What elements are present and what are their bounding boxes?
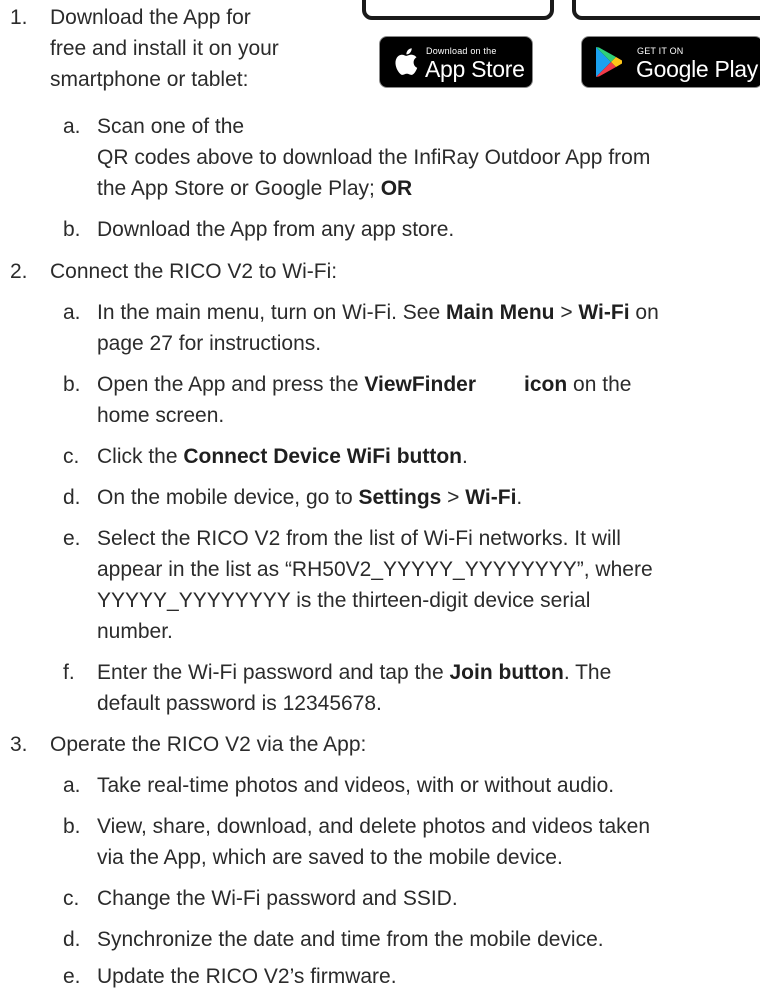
substep-letter: c. <box>63 445 80 468</box>
substep-text-line: Enter the Wi-Fi password and tap the Joi… <box>97 661 612 684</box>
step-text-line: smartphone or tablet: <box>50 68 249 91</box>
step-text-line: free and install it on your <box>50 37 279 60</box>
substep-letter: b. <box>63 373 81 396</box>
substep-text-line: via the App, which are saved to the mobi… <box>97 846 563 869</box>
step-text-line: Download the App for <box>50 6 251 29</box>
substep-letter: d. <box>63 928 81 951</box>
substep-letter: e. <box>63 965 81 988</box>
substep-letter: c. <box>63 887 80 910</box>
substep-letter: a. <box>63 774 81 797</box>
step-number: 1. <box>10 6 28 29</box>
apple-icon <box>395 48 418 75</box>
substep-letter: f. <box>63 661 75 684</box>
substep-letter: d. <box>63 486 81 509</box>
app-store-badge-small-text: Download on the <box>426 46 497 56</box>
substep-text: Download the App from any app store. <box>97 218 455 241</box>
substep-text-line: In the main menu, turn on Wi-Fi. See Mai… <box>97 301 659 324</box>
substep-text-line: home screen. <box>97 404 225 427</box>
substep-text: Click the Connect Device WiFi button. <box>97 445 468 468</box>
substep-text: Update the RICO V2’s firmware. <box>97 965 397 988</box>
substep-text-line: Scan one of the <box>97 115 245 138</box>
step-text: Operate the RICO V2 via the App: <box>50 733 367 756</box>
substep-text-line: View, share, download, and delete photos… <box>97 815 651 838</box>
substep-letter: a. <box>63 115 81 138</box>
substep-text-line: page 27 for instructions. <box>97 332 322 355</box>
substep-text-line: YYYYY_YYYYYYYY is the thirteen-digit dev… <box>97 589 591 612</box>
substep-text-line: Open the App and press the ViewFinder ico… <box>97 373 632 396</box>
app-store-qr-code <box>362 0 554 20</box>
google-play-qr-code <box>572 0 760 20</box>
substep-letter: e. <box>63 527 81 550</box>
google-play-icon <box>596 47 622 77</box>
substep-text-line: appear in the list as “RH50V2_YYYYY_YYYY… <box>97 558 653 581</box>
step-number: 2. <box>10 260 28 283</box>
step-number: 3. <box>10 733 28 756</box>
substep-text: Synchronize the date and time from the m… <box>97 928 604 951</box>
substep-text: Take real-time photos and videos, with o… <box>97 774 615 797</box>
substep-text-line: number. <box>97 620 173 643</box>
substep-letter: a. <box>63 301 81 324</box>
substep-letter: b. <box>63 218 81 241</box>
app-store-badge-title: App Store <box>425 56 525 82</box>
app-store-badge[interactable]: Download on the App Store <box>379 36 533 88</box>
substep-text-line: QR codes above to download the InfiRay O… <box>97 146 651 169</box>
substep-text-line: default password is 12345678. <box>97 692 382 715</box>
substep-text: On the mobile device, go to Settings > W… <box>97 486 523 509</box>
substep-text-line: the App Store or Google Play; OR <box>97 177 413 200</box>
google-play-badge-title: Google Play <box>636 56 758 82</box>
substep-text-line: Select the RICO V2 from the list of Wi-F… <box>97 527 621 550</box>
substep-letter: b. <box>63 815 81 838</box>
google-play-badge-small-text: GET IT ON <box>637 46 684 56</box>
google-play-badge[interactable]: GET IT ON Google Play <box>581 36 760 88</box>
step-text: Connect the RICO V2 to Wi-Fi: <box>50 260 338 283</box>
substep-text: Change the Wi-Fi password and SSID. <box>97 887 458 910</box>
